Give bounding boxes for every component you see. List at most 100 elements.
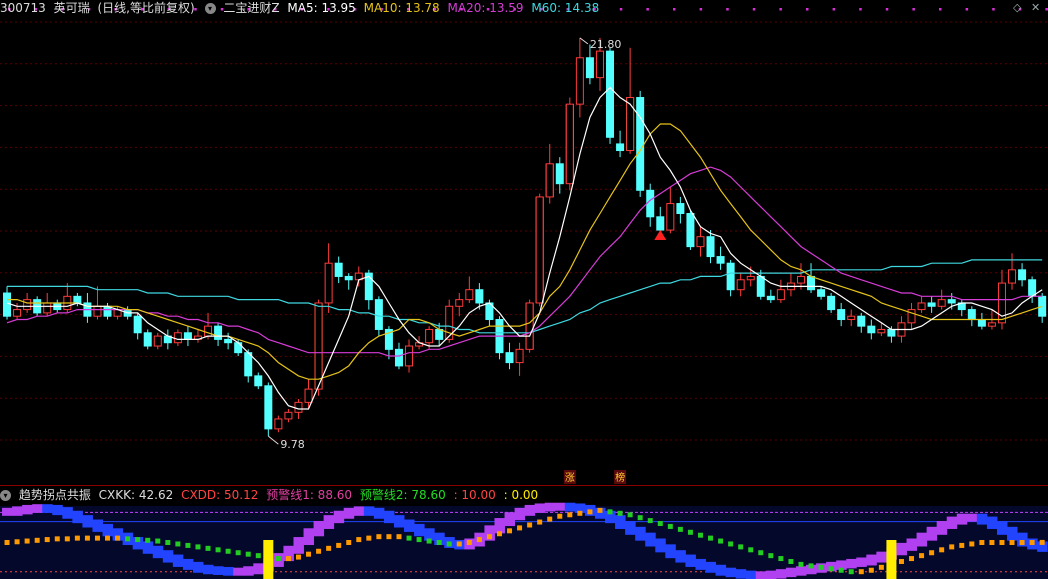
candle-down bbox=[244, 352, 253, 377]
m60-line bbox=[7, 259, 1043, 334]
candle-down bbox=[616, 143, 625, 152]
candle-down bbox=[636, 97, 645, 191]
candle-up bbox=[666, 203, 675, 231]
cxkk-bar-falling bbox=[52, 504, 63, 516]
cxkk-bar-falling bbox=[625, 520, 636, 535]
top-marker-dot bbox=[885, 8, 889, 11]
cxdd-dot-rising bbox=[24, 538, 30, 544]
cxkk-bar-falling bbox=[383, 510, 395, 524]
cxdd-dot-falling bbox=[225, 548, 231, 554]
cxdd-dot-falling bbox=[667, 523, 673, 529]
sub-indicator-name[interactable]: 趋势拐点共振 bbox=[19, 488, 91, 502]
cxkk-bar-rising bbox=[504, 512, 516, 527]
cxkk-bar-rising bbox=[544, 502, 556, 512]
close-icon[interactable]: ✕ bbox=[1031, 1, 1040, 14]
candle-down bbox=[234, 342, 243, 354]
candle-down bbox=[183, 332, 192, 340]
cxdd-dot-falling bbox=[245, 551, 251, 557]
cxdd-dot-rising bbox=[567, 512, 573, 518]
candle-up bbox=[425, 328, 434, 344]
cxdd-dot-falling bbox=[175, 541, 181, 547]
cxkk-bar-rising bbox=[795, 566, 807, 576]
cxdd-dot-rising bbox=[4, 540, 10, 545]
cxkk-bar-falling bbox=[172, 554, 184, 567]
candle-up bbox=[515, 348, 524, 364]
cxdd-dot-rising bbox=[326, 545, 332, 551]
candle-up bbox=[173, 332, 182, 344]
cxdd-dot-rising bbox=[476, 537, 482, 543]
candle-up bbox=[324, 262, 333, 304]
candle-down bbox=[1028, 279, 1037, 297]
candle-down bbox=[254, 375, 263, 387]
indicator-name[interactable]: 二宝进财Z bbox=[223, 1, 279, 15]
cxkk-bar-falling bbox=[363, 506, 375, 516]
sub-menu-icon[interactable]: ▾ bbox=[0, 490, 11, 501]
cxdd-dot-falling bbox=[798, 561, 804, 567]
candle-down bbox=[344, 275, 353, 281]
candle-up bbox=[917, 302, 926, 311]
candle-up bbox=[776, 289, 785, 301]
top-marker-dot bbox=[939, 8, 942, 11]
cxkk-bar-falling bbox=[152, 545, 164, 559]
cxkk-bar-rising bbox=[946, 516, 958, 529]
indicator-menu-icon[interactable]: ▾ bbox=[204, 3, 216, 14]
cxkk-bar-falling bbox=[82, 515, 93, 528]
cxdd-dot-rising bbox=[105, 535, 111, 541]
cxdd-dot-rising bbox=[44, 537, 50, 543]
cxkk-bar-rising bbox=[765, 570, 777, 579]
cxdd-dot-falling bbox=[436, 540, 442, 545]
candle-up bbox=[405, 345, 414, 367]
cxdd-dot-rising bbox=[466, 540, 472, 545]
diamond-icon[interactable]: ◇ bbox=[1013, 1, 1021, 14]
cxdd-dot-falling bbox=[708, 535, 714, 541]
cxdd-dot-falling bbox=[416, 537, 422, 543]
ma10-line bbox=[7, 123, 1043, 380]
cxkk-bar-falling bbox=[564, 502, 576, 512]
cxdd-dot-rising bbox=[396, 534, 402, 540]
cxkk-bar-rising bbox=[32, 504, 43, 513]
top-marker-dot bbox=[832, 8, 836, 11]
warn1-label: 预警线1: 88.60 bbox=[266, 488, 353, 502]
cxkk-bar-rising bbox=[253, 563, 264, 575]
candle-down bbox=[656, 216, 665, 231]
cxkk-bar-falling bbox=[1007, 526, 1018, 541]
stock-code: 300713 bbox=[0, 1, 46, 15]
cxkk-bar-rising bbox=[22, 504, 33, 515]
top-marker-dot bbox=[699, 8, 703, 11]
candle-down bbox=[646, 189, 655, 218]
candle-down bbox=[133, 315, 142, 334]
cxdd-dot-falling bbox=[738, 544, 744, 550]
cxkk-bar-falling bbox=[725, 567, 737, 578]
candle-up bbox=[746, 275, 755, 281]
cxdd-dot-falling bbox=[748, 547, 754, 553]
candle-up bbox=[545, 163, 554, 198]
cxdd-dot-rising bbox=[14, 539, 20, 545]
candle-down bbox=[807, 275, 816, 291]
cxdd-dot-rising bbox=[969, 541, 975, 547]
candle-down bbox=[394, 348, 403, 367]
cxdd-dot-falling bbox=[687, 529, 693, 535]
tag-zhang: 涨 bbox=[565, 472, 575, 484]
cxdd-dot-rising bbox=[336, 542, 342, 548]
top-marker-dot bbox=[992, 8, 995, 11]
cxkk-bar-falling bbox=[715, 564, 727, 576]
cxdd-dot-falling bbox=[195, 544, 201, 550]
candle-down bbox=[555, 163, 564, 185]
candle-down bbox=[435, 328, 444, 340]
cxdd-dot-rising bbox=[878, 564, 884, 570]
v0-label: : 0.00 bbox=[503, 488, 539, 502]
candle-down bbox=[927, 302, 936, 307]
cxdd-dot-falling bbox=[255, 553, 261, 559]
cxdd-dot-rising bbox=[868, 567, 874, 573]
cxdd-dot-rising bbox=[517, 525, 523, 531]
candle-down bbox=[73, 295, 82, 304]
top-marker-dot bbox=[806, 8, 809, 11]
candle-down bbox=[706, 236, 715, 258]
sub-signal-bar bbox=[263, 540, 274, 579]
candle-up bbox=[575, 57, 584, 105]
cxdd-dot-falling bbox=[446, 541, 452, 547]
top-marker-dot bbox=[619, 8, 623, 11]
cxdd-dot-rising bbox=[527, 522, 533, 528]
cxkk-bar-rising bbox=[916, 532, 928, 547]
cxdd-dot-falling bbox=[677, 526, 683, 532]
